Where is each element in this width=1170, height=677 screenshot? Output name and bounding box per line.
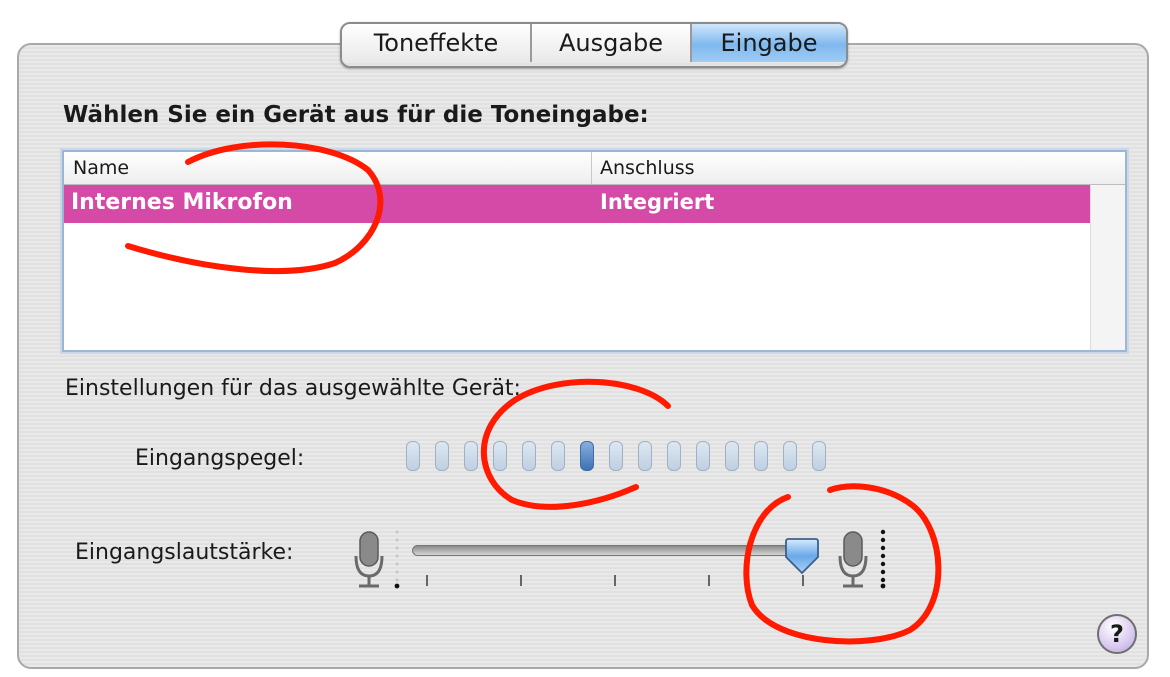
level-segment: [406, 441, 420, 471]
preferences-panel: [17, 43, 1149, 669]
level-segment: [551, 441, 565, 471]
slider-tick: [614, 575, 616, 586]
device-connection-cell: Integriert: [600, 190, 715, 214]
level-segment: [638, 441, 652, 471]
level-segment: [609, 441, 623, 471]
device-name-cell: Internes Mikrofon: [71, 190, 293, 215]
column-header-connection[interactable]: Anschluss: [593, 152, 1105, 184]
level-segment: [812, 441, 826, 471]
level-segment: [580, 441, 594, 471]
table-row[interactable]: Internes Mikrofon Integriert: [64, 185, 1091, 223]
device-table: Name Anschluss Internes Mikrofon Integri…: [62, 150, 1127, 352]
microphone-icon: [354, 531, 384, 588]
volume-dots-high-icon: [880, 529, 886, 589]
slider-tick: [520, 575, 522, 586]
level-segment: [464, 441, 478, 471]
input-volume-slider[interactable]: [412, 545, 812, 556]
input-volume-slider-knob[interactable]: [784, 537, 820, 583]
column-header-name[interactable]: Name: [64, 152, 592, 184]
settings-label: Einstellungen für das ausgewählte Gerät:: [65, 376, 521, 401]
slider-tick: [426, 575, 428, 586]
tab-ausgabe[interactable]: Ausgabe: [530, 24, 690, 62]
level-segment: [696, 441, 710, 471]
slider-tick: [708, 575, 710, 586]
tab-toneffekte[interactable]: Toneffekte: [342, 24, 530, 62]
level-segment: [783, 441, 797, 471]
level-segment: [725, 441, 739, 471]
level-segment: [435, 441, 449, 471]
table-header: Name Anschluss: [64, 152, 1125, 185]
level-segment: [667, 441, 681, 471]
level-segment: [522, 441, 536, 471]
tab-bar: Toneffekte Ausgabe Eingabe: [340, 22, 848, 68]
table-scrollbar[interactable]: [1090, 185, 1125, 350]
level-segment: [493, 441, 507, 471]
level-segment: [754, 441, 768, 471]
microphone-icon: [838, 531, 868, 588]
input-level-label: Eingangspegel:: [135, 446, 305, 471]
volume-dots-low-icon: [394, 530, 400, 589]
help-button[interactable]: ?: [1097, 614, 1137, 654]
tab-eingabe[interactable]: Eingabe: [690, 24, 846, 62]
input-volume-label: Eingangslautstärke:: [75, 540, 294, 565]
device-heading: Wählen Sie ein Gerät aus für die Toneing…: [63, 102, 649, 128]
